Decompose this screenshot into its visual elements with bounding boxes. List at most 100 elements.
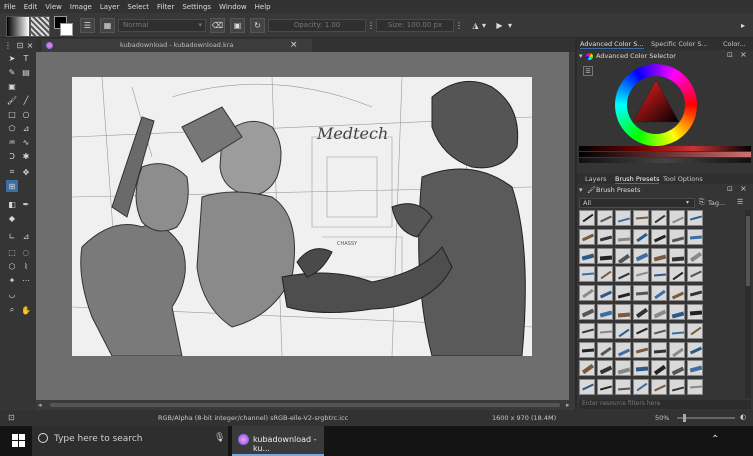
brush-preset-item[interactable] xyxy=(669,304,685,320)
gradient-preset-button[interactable] xyxy=(6,16,30,37)
menu-filter[interactable]: Filter xyxy=(153,3,178,11)
mirror-dropdown-icon[interactable]: ▾ xyxy=(480,18,488,33)
brush-preset-item[interactable] xyxy=(597,360,613,377)
choose-brush-preset-icon[interactable]: ▦ xyxy=(100,18,115,33)
brush-view-menu-icon[interactable]: ☰ xyxy=(737,198,743,206)
brush-preset-item[interactable] xyxy=(633,304,649,320)
brush-preset-item[interactable] xyxy=(615,228,631,245)
gradient-tool-icon[interactable]: ◧ xyxy=(6,198,18,210)
calligraphy-icon[interactable]: ▤ xyxy=(20,66,32,78)
zoom-tool-icon[interactable]: ⌕ xyxy=(6,304,18,316)
menu-file[interactable]: File xyxy=(0,3,20,11)
collapse-icon[interactable]: ▾ xyxy=(579,186,583,194)
brush-preset-item[interactable] xyxy=(669,285,685,302)
fill-tool-icon[interactable]: ◆ xyxy=(6,212,18,224)
color-picker-icon[interactable]: ✒ xyxy=(20,198,32,210)
status-settings-icon[interactable]: ⊡ xyxy=(8,413,15,422)
scrollbar-thumb[interactable] xyxy=(50,403,560,407)
freehand-path-icon[interactable]: ∿ xyxy=(20,136,32,148)
select-shapes-icon[interactable]: ➤ xyxy=(6,52,18,64)
brush-preset-item[interactable] xyxy=(651,210,667,226)
chevron-up-icon[interactable]: ⌃ xyxy=(711,434,719,445)
freehand-brush-icon[interactable]: 🖌 xyxy=(6,94,18,106)
text-tool-icon[interactable]: T xyxy=(20,52,32,64)
close-icon[interactable]: × xyxy=(290,40,298,50)
brush-preset-item[interactable] xyxy=(579,360,595,377)
brush-preset-item[interactable] xyxy=(615,210,631,226)
transform-tool-icon[interactable]: ⊞ xyxy=(6,180,18,192)
brush-preset-item[interactable] xyxy=(687,322,703,339)
brush-preset-item[interactable] xyxy=(615,379,631,396)
color-history-bar[interactable] xyxy=(579,146,751,151)
brush-preset-item[interactable] xyxy=(669,379,685,396)
collapse-icon[interactable]: ▾ xyxy=(579,52,583,60)
brush-preset-item[interactable] xyxy=(615,304,631,320)
canvas-viewport[interactable]: Medtech CHASSY xyxy=(36,52,575,400)
artwork-canvas[interactable]: Medtech CHASSY xyxy=(72,77,532,356)
brush-preset-item[interactable] xyxy=(615,341,631,358)
microphone-icon[interactable]: 🎙 xyxy=(214,433,225,443)
brush-preset-item[interactable] xyxy=(687,266,703,283)
brush-preset-item[interactable] xyxy=(597,379,613,396)
brush-preset-item[interactable] xyxy=(687,341,703,358)
shade-bar[interactable] xyxy=(579,158,751,163)
line-tool-icon[interactable]: ╱ xyxy=(20,94,32,106)
menu-layer[interactable]: Layer xyxy=(96,3,124,11)
panel-float-icon[interactable]: ⊡ xyxy=(727,185,733,193)
rect-select-icon[interactable]: ⬚ xyxy=(6,246,18,258)
brush-preset-item[interactable] xyxy=(615,247,631,264)
brush-list-scrollbar[interactable] xyxy=(745,210,751,398)
scroll-right-icon[interactable]: ▸ xyxy=(566,401,570,409)
brush-preset-item[interactable] xyxy=(597,266,613,283)
brush-preset-item[interactable] xyxy=(633,341,649,358)
brush-preset-item[interactable] xyxy=(669,210,685,226)
brush-preset-item[interactable] xyxy=(633,379,649,396)
brush-preset-item[interactable] xyxy=(633,247,649,264)
tab-specific-color[interactable]: Specific Color S... xyxy=(651,40,708,48)
brush-preset-item[interactable] xyxy=(579,285,595,302)
brush-preset-item[interactable] xyxy=(687,379,703,396)
move-tool-icon[interactable]: ✥ xyxy=(20,166,32,178)
polygon-select-icon[interactable]: ⬡ xyxy=(6,260,18,272)
similar-select-icon[interactable]: ⋯ xyxy=(20,274,32,286)
freehand-select-icon[interactable]: ⌇ xyxy=(20,260,32,272)
brush-preset-item[interactable] xyxy=(597,228,613,245)
zoom-slider[interactable] xyxy=(677,414,735,422)
brush-preset-item[interactable] xyxy=(579,379,595,396)
tag-button[interactable]: Tag... xyxy=(708,199,725,207)
brush-preset-item[interactable] xyxy=(633,210,649,226)
tab-color[interactable]: Color... xyxy=(723,40,746,48)
brush-preset-item[interactable] xyxy=(579,322,595,339)
dynamic-brush-icon[interactable]: Ↄ xyxy=(6,150,18,162)
edit-brush-settings-icon[interactable]: ☰ xyxy=(80,18,95,33)
brush-preset-item[interactable] xyxy=(669,228,685,245)
brush-preset-item[interactable] xyxy=(633,228,649,245)
polyline-tool-icon[interactable]: ⊿ xyxy=(20,122,32,134)
preserve-alpha-icon[interactable]: ▣ xyxy=(230,18,245,33)
tab-tool-options[interactable]: Tool Options xyxy=(663,175,703,183)
edit-shapes-icon[interactable]: ✎ xyxy=(6,66,18,78)
menu-edit[interactable]: Edit xyxy=(20,3,42,11)
fg-bg-color-swatch[interactable] xyxy=(54,16,73,36)
opacity-slider[interactable]: Opacity: 1.00 xyxy=(268,19,366,32)
menu-image[interactable]: Image xyxy=(66,3,96,11)
brush-preset-item[interactable] xyxy=(687,247,703,264)
mirror-vertical-icon[interactable]: ▶ xyxy=(492,18,507,33)
reload-preset-icon[interactable]: ↻ xyxy=(250,18,265,33)
menu-view[interactable]: View xyxy=(41,3,66,11)
polygon-tool-icon[interactable]: ⬠ xyxy=(6,122,18,134)
brush-preset-item[interactable] xyxy=(597,247,613,264)
brush-preset-item[interactable] xyxy=(687,360,703,377)
brush-preset-item[interactable] xyxy=(651,228,667,245)
brush-preset-item[interactable] xyxy=(669,360,685,377)
tab-advanced-color[interactable]: Advanced Color S... xyxy=(580,40,644,49)
panel-float-icon[interactable]: ⊡ xyxy=(727,51,733,59)
brush-preset-item[interactable] xyxy=(597,341,613,358)
taskbar-app-krita[interactable]: kubadownload - ku... xyxy=(232,426,324,456)
document-tab[interactable]: kubadownload - kubadownload.kra × xyxy=(42,39,312,52)
eraser-mode-icon[interactable]: ⌫ xyxy=(210,18,225,33)
brush-preset-item[interactable] xyxy=(615,285,631,302)
windows-start-icon[interactable] xyxy=(12,434,25,447)
rotate-icon[interactable]: ◐ xyxy=(740,413,746,421)
brush-preset-item[interactable] xyxy=(669,341,685,358)
